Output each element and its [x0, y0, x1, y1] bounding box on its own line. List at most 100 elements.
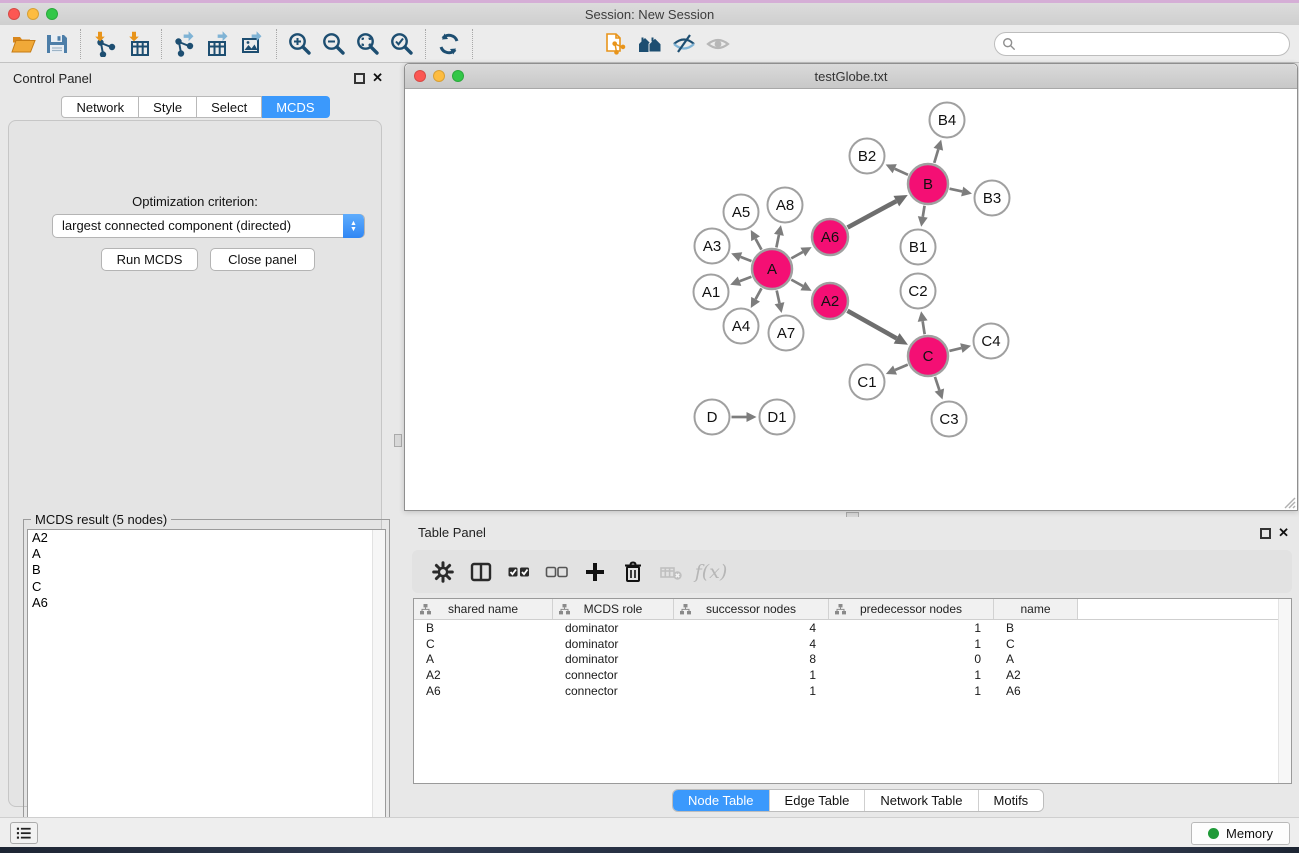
mcds-result-item[interactable]: B: [28, 562, 385, 578]
table-row[interactable]: A2connector11A2: [414, 667, 1291, 683]
tab-style[interactable]: Style: [139, 96, 197, 118]
column-header-shared-name[interactable]: shared name: [414, 599, 553, 619]
edge-A6-B[interactable]: [848, 201, 897, 227]
column-header-mcds-role[interactable]: MCDS role: [553, 599, 674, 619]
cell-predecessor-nodes[interactable]: 1: [829, 668, 994, 682]
gear-icon[interactable]: [424, 555, 462, 589]
edge-B-B2[interactable]: [895, 169, 908, 175]
result-list-scrollbar[interactable]: [372, 530, 385, 836]
table-scrollbar[interactable]: [1278, 599, 1291, 783]
edge-A-A4[interactable]: [756, 288, 762, 299]
open-folder-icon[interactable]: [6, 29, 40, 59]
save-session-icon[interactable]: [40, 29, 74, 59]
edge-C-C1[interactable]: [895, 365, 908, 370]
memory-button[interactable]: Memory: [1191, 822, 1290, 845]
edge-A2-C[interactable]: [847, 311, 896, 339]
export-image-icon[interactable]: [236, 29, 270, 59]
mcds-result-list[interactable]: A2ABCA6: [27, 529, 386, 837]
cell-successor-nodes[interactable]: 4: [674, 621, 829, 635]
cell-shared-name[interactable]: A: [414, 652, 553, 666]
cell-name[interactable]: B: [994, 621, 1078, 635]
add-column-icon[interactable]: [576, 555, 614, 589]
edge-A-A6[interactable]: [791, 252, 803, 258]
cell-name[interactable]: C: [994, 637, 1078, 651]
cell-name[interactable]: A: [994, 652, 1078, 666]
edge-B-B4[interactable]: [934, 149, 938, 163]
edge-C-C2[interactable]: [923, 321, 925, 334]
cell-shared-name[interactable]: C: [414, 637, 553, 651]
tab-motifs[interactable]: Motifs: [978, 790, 1044, 811]
cell-mcds-role[interactable]: connector: [553, 684, 674, 698]
column-header-successor-nodes[interactable]: successor nodes: [674, 599, 829, 619]
vertical-splitter-handle[interactable]: [394, 434, 402, 447]
delete-column-icon[interactable]: [614, 555, 652, 589]
tab-node-table[interactable]: Node Table: [673, 790, 769, 811]
split-columns-icon[interactable]: [462, 555, 500, 589]
edge-C-C4[interactable]: [949, 348, 961, 351]
float-table-panel-icon[interactable]: [1260, 528, 1271, 539]
export-table-icon[interactable]: [202, 29, 236, 59]
task-history-button[interactable]: [10, 822, 38, 844]
edge-A-A7[interactable]: [777, 290, 780, 303]
cell-mcds-role[interactable]: dominator: [553, 621, 674, 635]
edge-A-A5[interactable]: [756, 239, 762, 250]
float-panel-icon[interactable]: [354, 73, 365, 84]
edge-B-B1[interactable]: [923, 206, 925, 217]
cell-mcds-role[interactable]: connector: [553, 668, 674, 682]
cell-shared-name[interactable]: A2: [414, 668, 553, 682]
mcds-result-item[interactable]: C: [28, 579, 385, 595]
hide-panel-icon[interactable]: [667, 29, 701, 59]
cell-predecessor-nodes[interactable]: 0: [829, 652, 994, 666]
zoom-in-icon[interactable]: [283, 29, 317, 59]
tab-select[interactable]: Select: [197, 96, 262, 118]
table-row[interactable]: A6connector11A6: [414, 683, 1291, 699]
edge-A-A1[interactable]: [740, 277, 752, 281]
cell-successor-nodes[interactable]: 1: [674, 668, 829, 682]
network-window-titlebar[interactable]: testGlobe.txt: [405, 64, 1297, 89]
table-row[interactable]: Bdominator41B: [414, 620, 1291, 636]
zoom-out-icon[interactable]: [317, 29, 351, 59]
search-field[interactable]: [994, 32, 1290, 56]
cell-shared-name[interactable]: B: [414, 621, 553, 635]
mcds-result-item[interactable]: A6: [28, 595, 385, 611]
tab-network-table[interactable]: Network Table: [864, 790, 977, 811]
home-icon[interactable]: [633, 29, 667, 59]
resize-grip-icon[interactable]: [1281, 494, 1296, 509]
run-mcds-button[interactable]: Run MCDS: [101, 248, 198, 271]
cell-name[interactable]: A6: [994, 684, 1078, 698]
tab-network[interactable]: Network: [61, 96, 139, 118]
mcds-result-item[interactable]: A: [28, 546, 385, 562]
table-row[interactable]: Adominator80A: [414, 651, 1291, 667]
cell-name[interactable]: A2: [994, 668, 1078, 682]
cell-mcds-role[interactable]: dominator: [553, 652, 674, 666]
cell-successor-nodes[interactable]: 4: [674, 637, 829, 651]
network-file-icon[interactable]: [599, 29, 633, 59]
mcds-result-item[interactable]: A2: [28, 530, 385, 546]
edge-C-C3[interactable]: [935, 377, 939, 390]
close-table-panel-icon[interactable]: ✕: [1278, 525, 1289, 541]
tab-edge-table[interactable]: Edge Table: [769, 790, 865, 811]
close-panel-icon[interactable]: ✕: [372, 70, 383, 86]
zoom-fit-icon[interactable]: [351, 29, 385, 59]
import-network-icon[interactable]: [87, 29, 121, 59]
cell-successor-nodes[interactable]: 1: [674, 684, 829, 698]
edge-B-B3[interactable]: [949, 189, 962, 192]
cell-shared-name[interactable]: A6: [414, 684, 553, 698]
cell-predecessor-nodes[interactable]: 1: [829, 637, 994, 651]
optimization-criterion-select[interactable]: largest connected component (directed) ▲…: [52, 214, 365, 238]
select-columns-checked-icon[interactable]: [500, 555, 538, 589]
column-header-name[interactable]: name: [994, 599, 1078, 619]
edge-A-A3[interactable]: [740, 257, 751, 261]
close-panel-button[interactable]: Close panel: [210, 248, 315, 271]
edge-A-A2[interactable]: [791, 280, 803, 286]
network-canvas[interactable]: B4B2BB3A8A5A6A3B1AC2A1A2A4A7C4CC1DD1C3: [405, 89, 1297, 510]
select-columns-unchecked-icon[interactable]: [538, 555, 576, 589]
zoom-selected-icon[interactable]: [385, 29, 419, 59]
import-table-icon[interactable]: [121, 29, 155, 59]
cell-predecessor-nodes[interactable]: 1: [829, 621, 994, 635]
column-header-predecessor-nodes[interactable]: predecessor nodes: [829, 599, 994, 619]
refresh-icon[interactable]: [432, 29, 466, 59]
export-network-icon[interactable]: [168, 29, 202, 59]
table-row[interactable]: Cdominator41C: [414, 636, 1291, 652]
cell-successor-nodes[interactable]: 8: [674, 652, 829, 666]
